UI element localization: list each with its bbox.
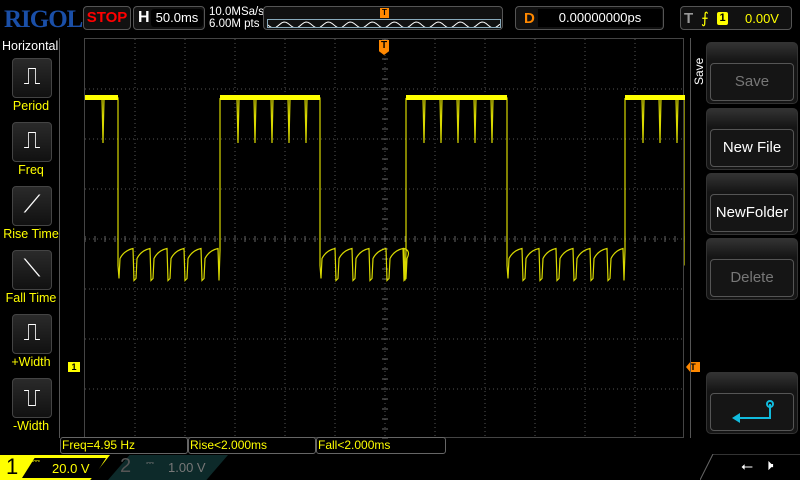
ch1-trace-high-band [85, 95, 118, 100]
measure-freq: Freq=4.95 Hz [60, 437, 188, 454]
newfolder-button[interactable]: NewFolder [706, 173, 798, 235]
measure-rise: Rise<2.000ms [188, 437, 316, 454]
return-arrow-icon [710, 393, 794, 431]
horizontal-measure-menu: Horizontal ⎍ Period ⎍ Freq ⟋ Rise Time ⟍ Fall T… [0, 38, 60, 438]
mute-icon[interactable]: 🕨 [764, 457, 773, 474]
run-stop-status[interactable]: STOP [83, 6, 131, 30]
memory-depth: 6.00M pts [209, 18, 260, 30]
rising-edge-icon: ⨍ [701, 10, 709, 27]
menu-btn-period[interactable]: ⎍ [12, 58, 52, 98]
ch1-trace-high-band [625, 95, 685, 100]
button-label: Save [710, 63, 794, 101]
usb-icon: ⭠ [741, 458, 754, 475]
measure-fall: Fall<2.000ms [316, 437, 446, 454]
timebase-value: 50.0ms [151, 9, 203, 27]
h-label: H [138, 9, 150, 26]
ch2-coupling-icon: ⎓ [146, 458, 154, 469]
timeline-wave-icon [267, 19, 501, 28]
button-label: Delete [710, 259, 794, 297]
menu-btn--width[interactable]: ⎍ [12, 314, 52, 354]
trigger-label: T [684, 10, 694, 27]
neg-width-icon: ⎍ [23, 384, 41, 411]
menu-label: Rise Time [3, 227, 59, 241]
save-button[interactable]: Save [706, 42, 798, 104]
ch1-ground-marker[interactable]: 1 [68, 362, 80, 372]
trigger-source: 1 [717, 12, 728, 25]
menu-title: Horizontal [2, 39, 59, 53]
delay-value: 0.00000000ps [538, 9, 662, 27]
ch2-scale: 1.00 V [168, 460, 206, 475]
ch1-trace-high-band [220, 95, 320, 100]
fall-time-icon: ⟍ [23, 255, 41, 282]
menu-label: Fall Time [5, 291, 57, 305]
save-menu: Save Save New File NewFolder Delete [690, 38, 800, 438]
button-label: NewFolder [710, 194, 794, 232]
menu-btn--width[interactable]: ⎍ [12, 378, 52, 418]
menu-btn-rise-time[interactable]: ⟋ [12, 186, 52, 226]
menu-label: -Width [12, 419, 50, 433]
button-label: New File [710, 129, 794, 167]
delay-label: D [524, 10, 535, 27]
pos-width-icon: ⎍ [23, 319, 41, 346]
waveform-display[interactable] [84, 38, 686, 440]
menu-btn-fall-time[interactable]: ⟍ [12, 250, 52, 290]
new-file-button[interactable]: New File [706, 108, 798, 170]
menu-label: Freq [18, 163, 44, 177]
return-button[interactable] [706, 372, 798, 434]
freq-icon: ⎍ [23, 127, 41, 154]
horizontal-timebase[interactable]: H 50.0ms [133, 6, 205, 30]
period-icon: ⎍ [23, 63, 41, 90]
acquisition-info: 10.0MSa/s 6.00M pts [209, 6, 264, 30]
delete-button[interactable]: Delete [706, 238, 798, 300]
trigger-level: 0.00V [745, 11, 779, 26]
ch1-scale: 20.0 V [52, 461, 90, 476]
rise-time-icon: ⟋ [23, 191, 41, 218]
sample-rate: 10.0MSa/s [209, 6, 264, 18]
waveform-grid [84, 38, 686, 440]
trigger-box[interactable]: T ⨍ 1 0.00V [680, 6, 792, 30]
rigol-logo: RIGOL [4, 6, 83, 33]
ch1-scale-box[interactable]: ⎓ 20.0 V [22, 458, 106, 478]
menu-label: +Width [11, 355, 51, 369]
timeline-trigger-marker: T [380, 8, 389, 18]
memory-timeline[interactable]: T [263, 6, 503, 30]
ch1-trace-high-band [406, 95, 507, 100]
menu-btn-freq[interactable]: ⎍ [12, 122, 52, 162]
ch1-number: 1 [6, 454, 19, 479]
save-menu-title: Save [692, 57, 706, 85]
ch2-number: 2 [120, 455, 132, 477]
menu-label: Period [12, 99, 50, 113]
delay-box[interactable]: D 0.00000000ps [515, 6, 664, 30]
